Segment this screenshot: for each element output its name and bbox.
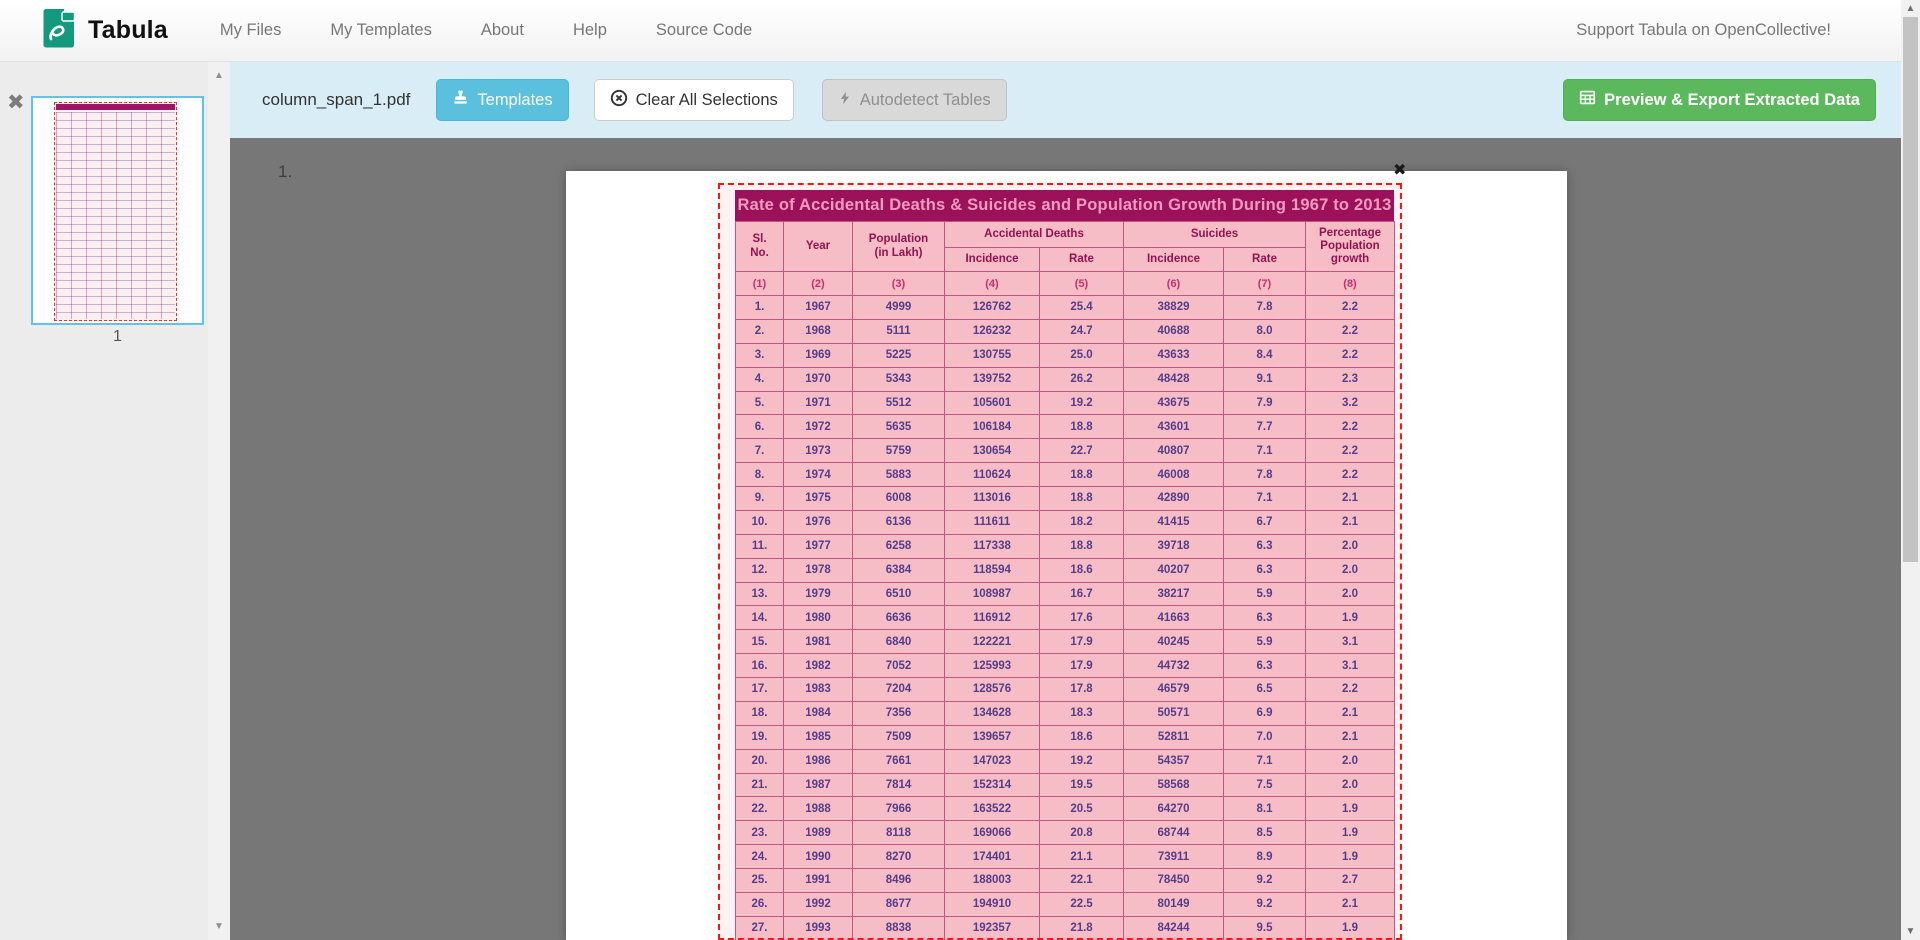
clear-all-selections-button[interactable]: Clear All Selections — [594, 79, 794, 121]
sidebar-scrollbar[interactable]: ▲ ▼ — [208, 62, 230, 940]
tabula-app: Tabula My Files My Templates About Help Sour… — [0, 0, 1920, 940]
active-filename: column_span_1.pdf — [262, 90, 410, 110]
page-thumbnail-sidebar: ✖ 1 ▲ ▼ — [0, 62, 230, 940]
nav-item-my-templates[interactable]: My Templates — [330, 21, 431, 40]
nav-item-help[interactable]: Help — [573, 21, 607, 40]
autodetect-tables-button[interactable]: Autodetect Tables — [822, 79, 1007, 121]
nav-menu: My Files My Templates About Help Source Code — [220, 21, 752, 40]
autodetect-tables-label: Autodetect Tables — [860, 91, 991, 110]
brand[interactable]: Tabula — [42, 8, 168, 53]
window-scroll-down-icon[interactable]: ▼ — [1901, 926, 1920, 937]
thumbnail-selection-overlay — [54, 102, 177, 321]
document-viewport: 1. Rate of Accidental Deaths & Suicides … — [230, 138, 1920, 940]
nav-item-about[interactable]: About — [481, 21, 524, 40]
window-scroll-up-icon[interactable]: ▲ — [1901, 3, 1920, 14]
pdf-page[interactable]: Rate of Accidental Deaths & Suicides and… — [566, 171, 1567, 940]
table-grid-icon — [1579, 89, 1596, 111]
brand-title: Tabula — [88, 16, 168, 45]
circle-x-icon — [610, 89, 628, 112]
navbar: Tabula My Files My Templates About Help Sour… — [0, 0, 1920, 62]
preview-export-label: Preview & Export Extracted Data — [1604, 91, 1860, 110]
toolbar: column_span_1.pdf Templates Clear All Se… — [230, 62, 1920, 138]
window-scrollbar[interactable]: ▲ ▼ — [1901, 0, 1920, 940]
nav-item-source-code[interactable]: Source Code — [656, 21, 752, 40]
clear-all-selections-label: Clear All Selections — [636, 91, 778, 110]
thumbnail-table-grid — [56, 112, 175, 319]
selection-close-icon[interactable]: ✖ — [1393, 163, 1406, 179]
tabula-logo-icon — [42, 8, 76, 53]
page-1-thumbnail[interactable] — [31, 96, 204, 325]
templates-button[interactable]: Templates — [436, 79, 568, 121]
sidebar-scroll-down-icon[interactable]: ▼ — [208, 921, 230, 932]
remove-page-icon[interactable]: ✖ — [7, 92, 25, 113]
window-scrollbar-thumb[interactable] — [1903, 17, 1918, 562]
nav-item-my-files[interactable]: My Files — [220, 21, 281, 40]
preview-export-button[interactable]: Preview & Export Extracted Data — [1563, 79, 1876, 121]
page-marker: 1. — [278, 162, 292, 182]
lightning-icon — [838, 90, 852, 111]
thumbnail-table-titlebar — [56, 104, 175, 110]
table-selection-box[interactable] — [718, 183, 1402, 940]
templates-button-label: Templates — [477, 91, 552, 110]
thumbnail-page-number: 1 — [31, 328, 204, 346]
support-link[interactable]: Support Tabula on OpenCollective! — [1576, 21, 1831, 40]
sidebar-scroll-up-icon[interactable]: ▲ — [208, 70, 230, 81]
stamp-icon — [452, 89, 469, 111]
